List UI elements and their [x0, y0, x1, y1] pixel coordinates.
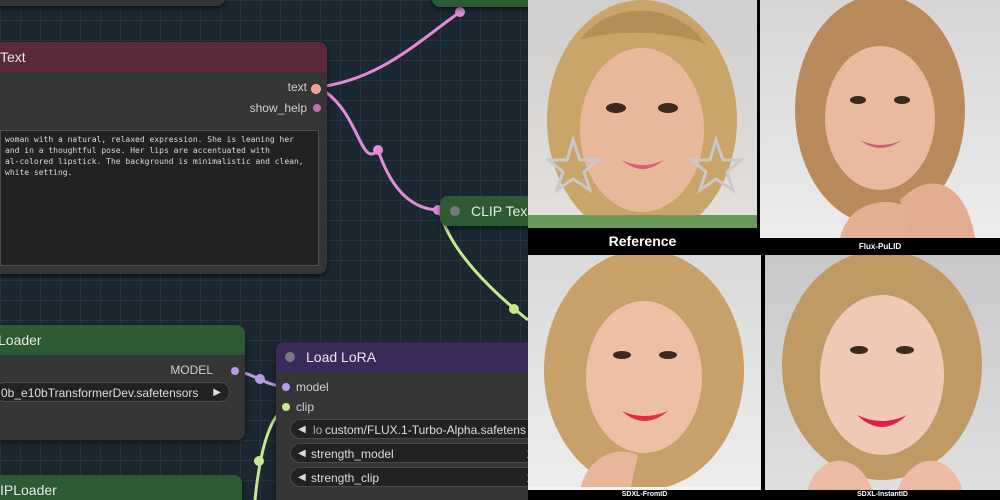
caption-sdxl-instantid: SDXL-InstantID	[765, 490, 1000, 500]
input-clip-slot[interactable]	[282, 403, 290, 411]
input-clip-label: clip	[296, 400, 315, 414]
prompt-line-1: woman with a natural, relaxed expression…	[5, 135, 294, 144]
reroute-dot-middle[interactable]	[373, 145, 383, 155]
input-model-slot[interactable]	[282, 383, 290, 391]
strength-model-widget[interactable]: ◀ strength_model 1	[290, 443, 528, 463]
prompt-line-2: and in a thoughtful pose. Her lips are a…	[5, 146, 270, 155]
unet-model-next-arrow[interactable]: ▶	[213, 383, 221, 401]
strength-clip-label: strength_clip	[311, 471, 380, 485]
unet-model-value: 0b_e10bTransformerDev.safetensors	[1, 386, 199, 400]
strength-clip-decrement[interactable]: ◀	[298, 468, 306, 486]
clip-text-node-title: CLIP Tex	[471, 203, 528, 219]
text-node-header[interactable]: Text	[0, 42, 327, 72]
caption-sdxl-fromid: SDXL-FromID	[528, 490, 761, 500]
portrait-sdxl-fromid-graphic	[528, 255, 761, 500]
prompt-line-3: al-colored lipstick. The background is m…	[5, 157, 304, 166]
caption-flux-pulid: Flux-PuLID	[760, 238, 1000, 255]
photo-reference	[528, 0, 757, 228]
output-model-label: MODEL	[170, 363, 213, 377]
photo-sdxl-fromid	[528, 255, 761, 500]
unet-loader-title: Loader	[0, 332, 42, 348]
clip-text-node-header[interactable]: CLIP Tex	[440, 196, 528, 226]
photo-sdxl-instantid	[765, 255, 1000, 500]
clip-loader-header[interactable]: IPLoader	[0, 475, 242, 500]
clip-loader-node[interactable]: IPLoader	[0, 475, 242, 500]
strength-model-decrement[interactable]: ◀	[298, 444, 306, 462]
reroute-dot-right[interactable]	[509, 304, 519, 314]
output-model-slot[interactable]	[231, 367, 239, 375]
portrait-flux-pulid-graphic	[795, 0, 975, 238]
output-text-slot[interactable]	[311, 84, 321, 94]
unet-loader-header[interactable]: Loader	[0, 325, 245, 355]
unet-model-select[interactable]: 0b_e10bTransformerDev.safetensors ▶	[0, 382, 230, 402]
output-show-help-slot[interactable]	[313, 104, 321, 112]
output-show-help-label: show_help	[249, 101, 307, 115]
clip-loader-title: IPLoader	[0, 482, 57, 498]
lora-name-select[interactable]: ◀ lo custom/FLUX.1-Turbo-Alpha.safetens	[290, 419, 528, 439]
node-partial-top-left[interactable]	[0, 0, 225, 6]
load-lora-title: Load LoRA	[306, 349, 377, 365]
load-lora-header[interactable]: Load LoRA	[276, 342, 528, 372]
clip-text-collapse-dot[interactable]	[450, 206, 460, 216]
reroute-dot-model[interactable]	[255, 374, 265, 384]
portrait-sdxl-instantid-graphic	[782, 255, 982, 500]
output-text-label: text	[287, 80, 307, 94]
load-lora-collapse-dot[interactable]	[285, 352, 295, 362]
text-node-title: Text	[0, 49, 26, 65]
wire-text-to-top	[317, 10, 461, 89]
prompt-textarea[interactable]: woman with a natural, relaxed expression…	[0, 130, 319, 266]
lora-name-prev-arrow[interactable]: ◀	[298, 420, 306, 438]
lora-name-value: custom/FLUX.1-Turbo-Alpha.safetens	[325, 423, 526, 437]
prompt-line-4: white setting.	[5, 168, 73, 177]
strength-model-label: strength_model	[311, 447, 394, 461]
strength-clip-widget[interactable]: ◀ strength_clip 1	[290, 467, 528, 487]
reroute-dot-top[interactable]	[455, 7, 465, 17]
input-model-label: model	[296, 380, 329, 394]
lora-name-label: lo	[313, 423, 323, 437]
text-node[interactable]: Text text show_help woman with a natural…	[0, 42, 327, 274]
portrait-reference-graphic	[528, 0, 757, 228]
photo-flux-pulid	[760, 0, 1000, 238]
reroute-dot-lower[interactable]	[254, 456, 264, 466]
unet-loader-node[interactable]: Loader MODEL 0b_e10bTransformerDev.safet…	[0, 325, 245, 440]
clip-text-node[interactable]: CLIP Tex	[440, 196, 528, 226]
node-graph-canvas[interactable]: Text text show_help woman with a natural…	[0, 0, 528, 500]
node-partial-top-green[interactable]	[432, 0, 528, 7]
load-lora-node[interactable]: Load LoRA model clip ◀ lo custom/FLUX.1-…	[276, 342, 528, 500]
caption-reference: Reference	[528, 228, 757, 255]
comparison-gallery: Reference Flux-PuLID SDXL-FromID SDXL-In…	[528, 0, 1000, 500]
